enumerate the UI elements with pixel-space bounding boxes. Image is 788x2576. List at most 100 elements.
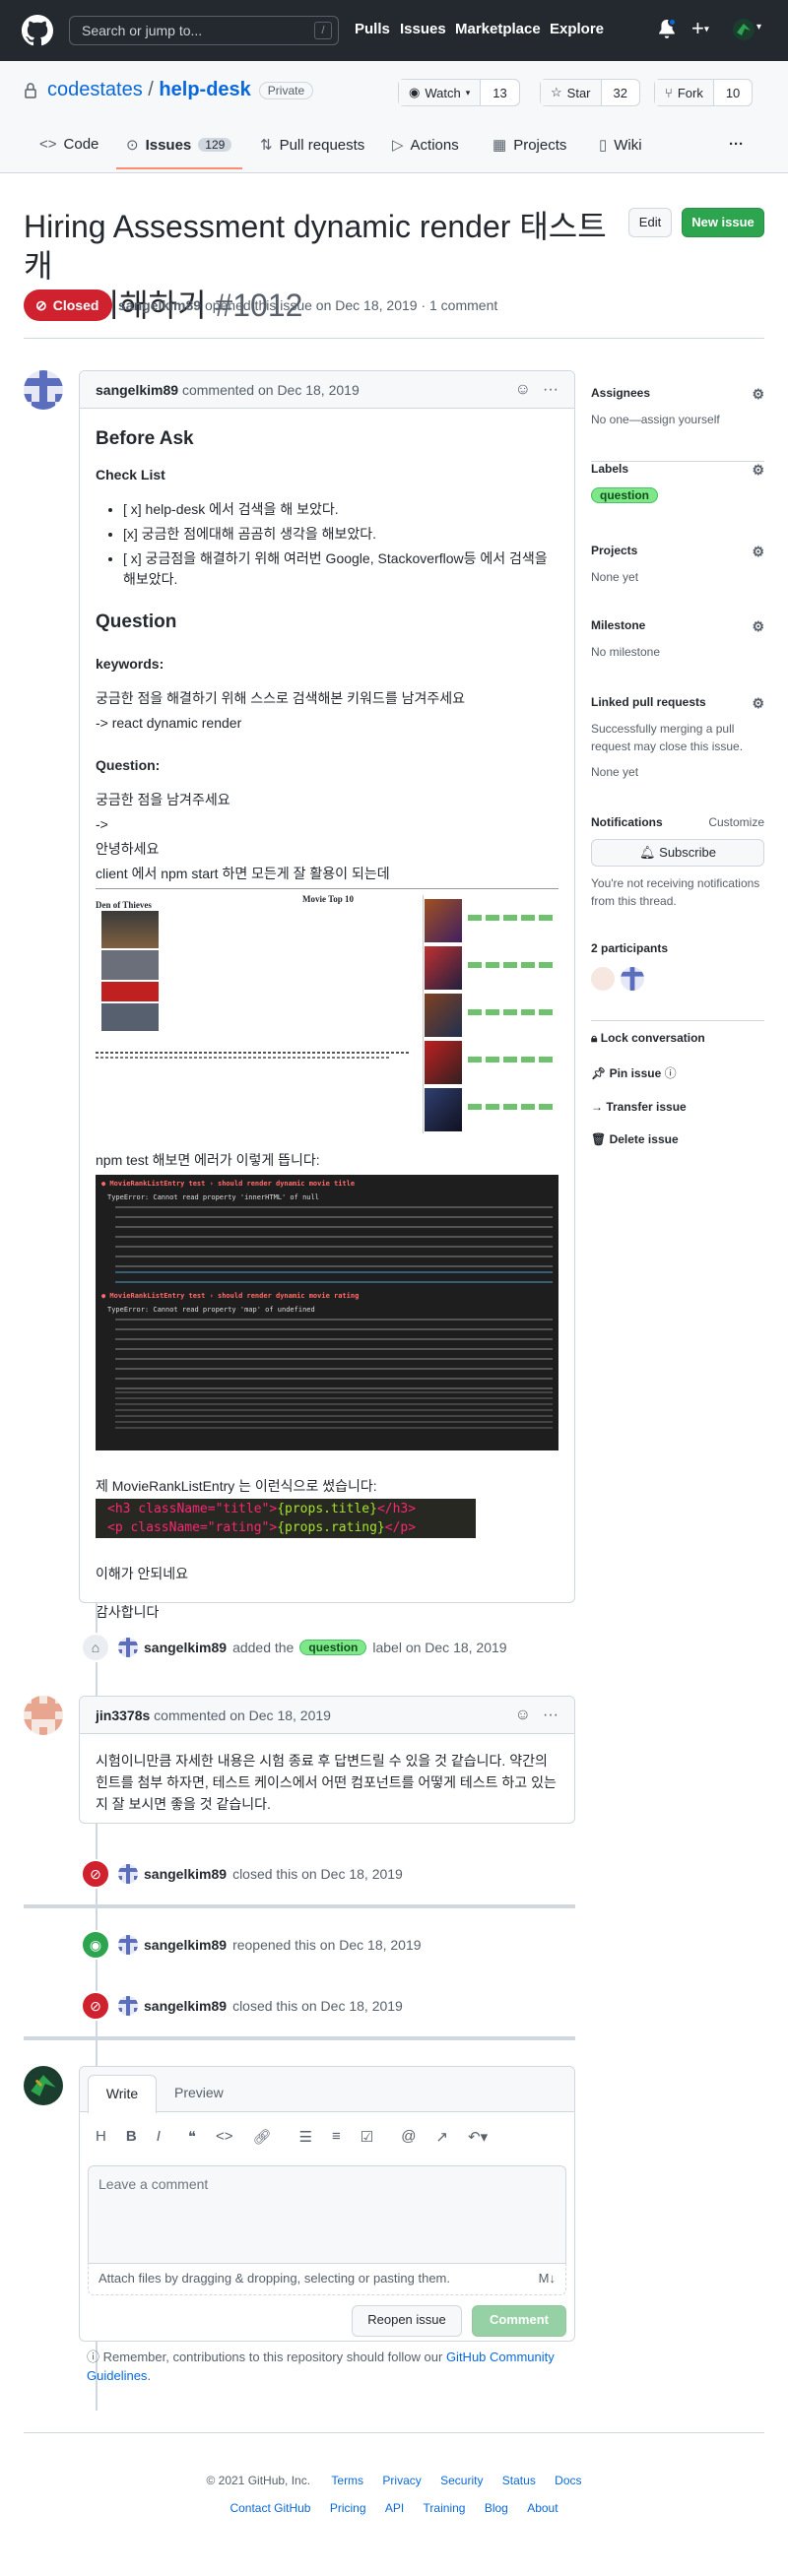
- quote-icon[interactable]: ❝: [188, 2128, 196, 2146]
- tab-projects[interactable]: ▦ Projects: [492, 136, 566, 155]
- link-icon[interactable]: 🔗︎: [252, 2128, 271, 2146]
- gear-icon[interactable]: ⚙: [752, 618, 764, 635]
- footer-link[interactable]: Docs: [555, 2474, 581, 2487]
- tab-issues[interactable]: ⊙ Issues 129: [126, 136, 232, 154]
- bulleted-list-icon[interactable]: ☰: [299, 2128, 312, 2146]
- smiley-icon[interactable]: ☺: [515, 1697, 531, 1734]
- tab-preview[interactable]: Preview: [174, 2075, 224, 2110]
- mini-avatar[interactable]: [118, 1638, 138, 1657]
- footer-link[interactable]: Blog: [485, 2501, 508, 2515]
- label-badge[interactable]: question: [591, 487, 658, 503]
- tab-pull-requests[interactable]: ⇅ Pull requests: [260, 136, 364, 155]
- error-output-image[interactable]: ● MovieRankListEntry test › should rende…: [96, 1175, 558, 1450]
- event-author[interactable]: sangelkim89: [144, 1998, 227, 2014]
- code-snippet-image[interactable]: <h3 className="title">{props.title}</h3>…: [96, 1499, 476, 1538]
- author-avatar[interactable]: [24, 370, 63, 410]
- current-user-avatar[interactable]: [24, 2066, 63, 2105]
- event-author[interactable]: sangelkim89: [144, 1640, 227, 1655]
- subscribe-button[interactable]: 🔔︎ Subscribe: [591, 839, 764, 867]
- attach-files[interactable]: Attach files by dragging & dropping, sel…: [88, 2264, 566, 2295]
- fork-button-group[interactable]: ⑂ Fork 10: [654, 79, 754, 106]
- markdown-icon[interactable]: M↓: [539, 2264, 556, 2293]
- code-icon[interactable]: <>: [216, 2128, 233, 2146]
- comment-button[interactable]: Comment: [472, 2305, 566, 2337]
- fork-count[interactable]: 10: [713, 80, 753, 105]
- bold-icon[interactable]: B: [126, 2128, 137, 2146]
- error-type: TypeError: Cannot read property 'innerHT…: [107, 1193, 319, 1201]
- pin-issue-link[interactable]: 📌︎ Pin issue ⓘ: [591, 1064, 764, 1081]
- watch-button-group[interactable]: ◉ Watch ▾ 13: [398, 79, 520, 106]
- nav-issues[interactable]: Issues: [400, 21, 446, 37]
- github-logo-icon[interactable]: [22, 15, 53, 46]
- mini-avatar[interactable]: [118, 1864, 138, 1884]
- comment-author[interactable]: jin3378s: [96, 1707, 150, 1723]
- footer-link[interactable]: Privacy: [382, 2474, 421, 2487]
- info-icon: ⓘ: [87, 2350, 100, 2364]
- user-avatar[interactable]: [733, 19, 755, 40]
- kebab-icon[interactable]: ···: [543, 1697, 558, 1734]
- kebab-icon[interactable]: ···: [543, 371, 558, 409]
- timeline-divider: [24, 1904, 575, 1908]
- repo-name-link[interactable]: help-desk: [159, 79, 250, 100]
- star-count[interactable]: 32: [601, 80, 639, 105]
- footer-link[interactable]: Security: [440, 2474, 483, 2487]
- customize-link[interactable]: Customize: [708, 815, 764, 829]
- reopen-issue-button[interactable]: Reopen issue: [352, 2305, 462, 2337]
- slash-shortcut-icon: /: [314, 22, 332, 39]
- new-issue-button[interactable]: New issue: [682, 208, 764, 237]
- gear-icon[interactable]: ⚙: [752, 462, 764, 479]
- gear-icon[interactable]: ⚙: [752, 695, 764, 712]
- italic-icon[interactable]: I: [157, 2128, 161, 2146]
- avatar-chevron-icon[interactable]: ▾: [756, 22, 761, 32]
- assign-yourself-link[interactable]: No one—assign yourself: [591, 413, 764, 426]
- comment-textarea[interactable]: Leave a comment: [88, 2165, 566, 2264]
- gear-icon[interactable]: ⚙: [752, 386, 764, 403]
- tab-code[interactable]: <> Code: [39, 136, 98, 153]
- reference-icon[interactable]: ↗: [435, 2128, 448, 2146]
- footer-link[interactable]: About: [527, 2501, 558, 2515]
- mini-avatar[interactable]: [118, 1996, 138, 2016]
- footer-link[interactable]: Pricing: [330, 2501, 366, 2515]
- search-input[interactable]: Search or jump to... /: [69, 16, 339, 45]
- event-author[interactable]: sangelkim89: [144, 1937, 227, 1953]
- plus-dropdown-icon[interactable]: +▾: [691, 16, 709, 41]
- event-author[interactable]: sangelkim89: [144, 1866, 227, 1882]
- footer-link[interactable]: Training: [424, 2501, 466, 2515]
- comment-box: jin3378s commented on Dec 18, 2019 ☺ ··· 시…: [79, 1696, 575, 1824]
- tab-wiki[interactable]: ▯ Wiki: [599, 136, 642, 155]
- transfer-issue-link[interactable]: → Transfer issue: [591, 1100, 764, 1114]
- tab-write[interactable]: Write: [88, 2075, 157, 2113]
- footer-link[interactable]: API: [385, 2501, 404, 2515]
- issue-author-link[interactable]: sangelkim89: [118, 297, 201, 313]
- footer-link[interactable]: Contact GitHub: [230, 2501, 310, 2515]
- edit-title-button[interactable]: Edit: [628, 208, 672, 237]
- lock-conversation-link[interactable]: 🔒︎ Lock conversation: [591, 1031, 764, 1046]
- closed-icon: ⊘: [81, 1991, 110, 2021]
- repo-owner-link[interactable]: codestates: [47, 79, 143, 100]
- app-screenshot-image[interactable]: Movie Top 10 Den of Thieves: [96, 888, 558, 1134]
- reply-icon[interactable]: ↶▾: [468, 2128, 488, 2146]
- footer-link[interactable]: Terms: [331, 2474, 363, 2487]
- footer-link[interactable]: Status: [502, 2474, 536, 2487]
- numbered-list-icon[interactable]: ≡: [332, 2128, 341, 2146]
- gear-icon[interactable]: ⚙: [752, 544, 764, 560]
- author-avatar[interactable]: [24, 1696, 63, 1735]
- label-badge[interactable]: question: [299, 1640, 367, 1655]
- nav-marketplace[interactable]: Marketplace: [455, 21, 541, 37]
- heading-icon[interactable]: H: [96, 2128, 106, 2146]
- participant-avatar[interactable]: [621, 967, 644, 991]
- participant-avatar[interactable]: [591, 967, 615, 991]
- tab-actions[interactable]: ▷ Actions: [392, 136, 459, 155]
- text: 궁금한 점을 남겨주세요: [96, 792, 230, 807]
- more-tabs-icon[interactable]: ···: [729, 136, 744, 153]
- star-button-group[interactable]: ☆ Star 32: [540, 79, 640, 106]
- mini-avatar[interactable]: [118, 1935, 138, 1955]
- mention-icon[interactable]: @: [401, 2128, 416, 2146]
- comment-author[interactable]: sangelkim89: [96, 382, 178, 398]
- watch-count[interactable]: 13: [481, 80, 519, 105]
- smiley-icon[interactable]: ☺: [515, 371, 531, 409]
- nav-pulls[interactable]: Pulls: [355, 21, 390, 37]
- nav-explore[interactable]: Explore: [550, 21, 604, 37]
- task-list-icon[interactable]: ☑: [361, 2128, 373, 2146]
- delete-issue-link[interactable]: 🗑︎ Delete issue: [591, 1132, 764, 1146]
